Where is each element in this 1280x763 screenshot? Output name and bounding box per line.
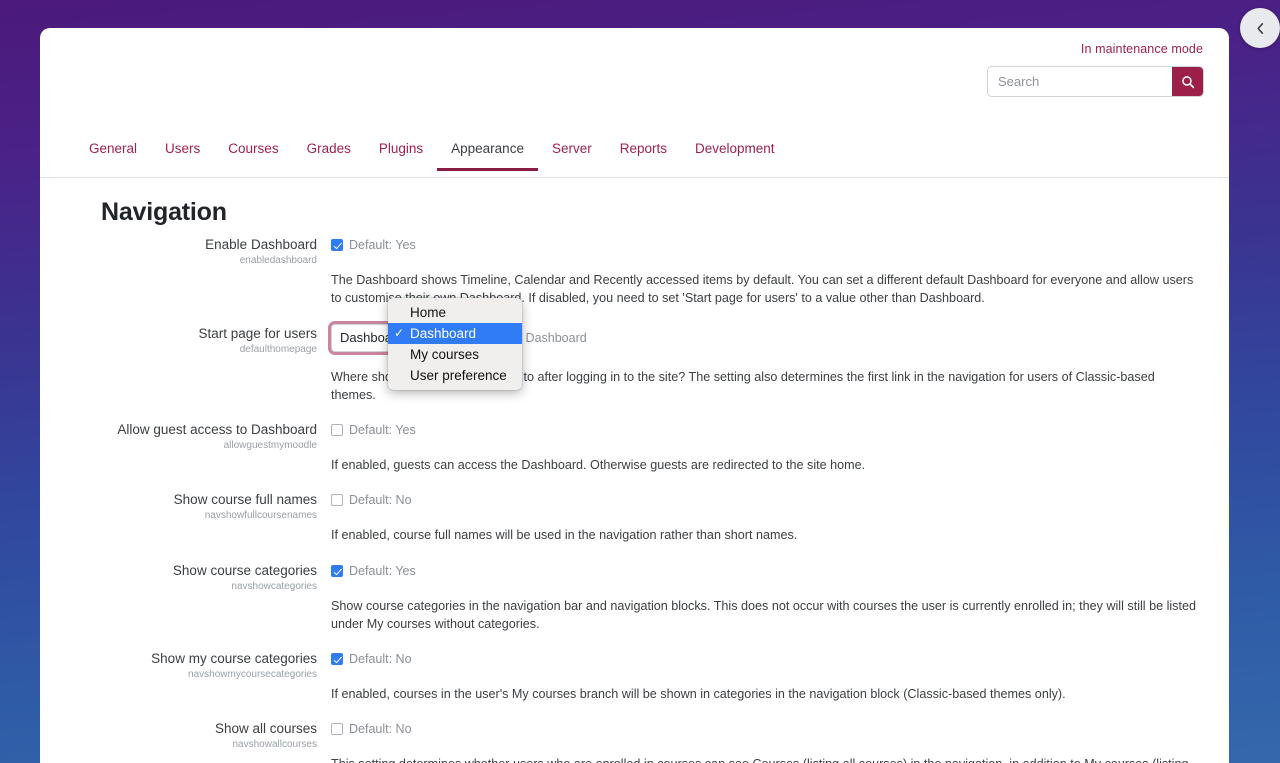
search-input[interactable] xyxy=(988,67,1172,96)
setting-control-block: Default: No This setting determines wheth… xyxy=(331,717,1204,763)
setting-control-row: Default: No xyxy=(331,649,1204,669)
setting-key: enabledashboard xyxy=(40,255,317,266)
search-icon xyxy=(1181,75,1195,89)
tab-plugins[interactable]: Plugins xyxy=(365,138,437,170)
tab-server[interactable]: Server xyxy=(538,138,606,170)
setting-control-row: Default: Yes xyxy=(331,561,1204,581)
setting-row: Enable DashboardenabledashboardDefault: … xyxy=(40,233,1229,308)
setting-row: Show my course categoriesnavshowmycourse… xyxy=(40,647,1229,703)
settings-list: Enable DashboardenabledashboardDefault: … xyxy=(40,233,1229,763)
setting-name: Enable Dashboard xyxy=(40,236,317,254)
setting-description: If enabled, course full names will be us… xyxy=(331,526,1197,544)
setting-control-block: Default: Yes If enabled, guests can acces… xyxy=(331,418,1204,474)
search-button[interactable] xyxy=(1172,67,1203,96)
setting-row: Show all coursesnavshowallcoursesDefault… xyxy=(40,717,1229,763)
tab-appearance[interactable]: Appearance xyxy=(437,138,538,170)
checkbox-allowguestmymoodle[interactable] xyxy=(331,424,343,436)
setting-row: Show course categoriesnavshowcategoriesD… xyxy=(40,559,1229,634)
setting-name: Show my course categories xyxy=(40,650,317,668)
setting-key: allowguestmymoodle xyxy=(40,440,317,451)
setting-label-block: Show my course categoriesnavshowmycourse… xyxy=(40,647,331,703)
setting-key: navshowallcourses xyxy=(40,739,317,750)
setting-label-block: Allow guest access to Dashboardallowgues… xyxy=(40,418,331,474)
setting-label-block: Start page for usersdefaulthomepage xyxy=(40,322,331,405)
setting-default-note: Default: Yes xyxy=(349,423,416,437)
setting-row: Show course full namesnavshowfullcoursen… xyxy=(40,488,1229,544)
setting-control-row: Default: Yes xyxy=(331,420,1204,440)
maintenance-mode-notice: In maintenance mode xyxy=(1081,42,1203,56)
setting-name: Show course categories xyxy=(40,562,317,580)
setting-label-block: Enable Dashboardenabledashboard xyxy=(40,233,331,308)
setting-default-note: Default: No xyxy=(349,493,412,507)
chevron-left-icon xyxy=(1253,21,1268,36)
setting-label-block: Show course full namesnavshowfullcoursen… xyxy=(40,488,331,544)
tab-grades[interactable]: Grades xyxy=(293,138,365,170)
setting-key: navshowfullcoursenames xyxy=(40,510,317,521)
setting-description: If enabled, guests can access the Dashbo… xyxy=(331,456,1197,474)
setting-control-block: Default: Yes Show course categories in th… xyxy=(331,559,1204,634)
checkbox-navshowfullcoursenames[interactable] xyxy=(331,494,343,506)
setting-key: navshowcategories xyxy=(40,581,317,592)
setting-description: This setting determines whether users wh… xyxy=(331,755,1197,763)
dropdown-option[interactable]: Home xyxy=(388,302,522,323)
start-page-dropdown-menu[interactable]: HomeDashboardMy coursesUser preference xyxy=(388,298,522,390)
checkbox-enabledashboard[interactable] xyxy=(331,239,343,251)
setting-control-block: Default: YesThe Dashboard shows Timeline… xyxy=(331,233,1204,308)
setting-control-block: Default: No If enabled, course full names… xyxy=(331,488,1204,544)
dropdown-option[interactable]: My courses xyxy=(388,344,522,365)
setting-control-row: Default: No xyxy=(331,490,1204,510)
tab-general[interactable]: General xyxy=(75,138,151,170)
checkbox-navshowcategories[interactable] xyxy=(331,565,343,577)
setting-control-row: Default: Yes xyxy=(331,235,1204,255)
setting-control-row: Default: No xyxy=(331,719,1204,739)
checkbox-navshowmycoursecategories[interactable] xyxy=(331,653,343,665)
setting-default-note: Default: No xyxy=(349,722,412,736)
tab-reports[interactable]: Reports xyxy=(606,138,681,170)
setting-control-block: Default: No If enabled, courses in the us… xyxy=(331,647,1204,703)
sidebar-toggle-button[interactable] xyxy=(1240,8,1280,48)
page-title: Navigation xyxy=(101,198,227,227)
setting-key: defaulthomepage xyxy=(40,344,317,355)
setting-name: Show all courses xyxy=(40,720,317,738)
settings-card: In maintenance mode GeneralUsersCoursesG… xyxy=(40,28,1229,763)
setting-default-note: Default: Yes xyxy=(349,564,416,578)
tab-courses[interactable]: Courses xyxy=(214,138,292,170)
tab-development[interactable]: Development xyxy=(681,138,789,170)
setting-name: Allow guest access to Dashboard xyxy=(40,421,317,439)
admin-tabs: GeneralUsersCoursesGradesPluginsAppearan… xyxy=(40,138,1229,178)
setting-description: Show course categories in the navigation… xyxy=(331,597,1197,634)
setting-label-block: Show course categoriesnavshowcategories xyxy=(40,559,331,634)
setting-row: Allow guest access to Dashboardallowgues… xyxy=(40,418,1229,474)
setting-name: Show course full names xyxy=(40,491,317,509)
setting-name: Start page for users xyxy=(40,325,317,343)
setting-key: navshowmycoursecategories xyxy=(40,669,317,680)
setting-label-block: Show all coursesnavshowallcourses xyxy=(40,717,331,763)
dropdown-option[interactable]: User preference xyxy=(388,365,522,386)
setting-default-note: Default: No xyxy=(349,652,412,666)
tab-users[interactable]: Users xyxy=(151,138,214,170)
setting-default-note: Default: Yes xyxy=(349,238,416,252)
search-box[interactable] xyxy=(988,67,1203,96)
checkbox-navshowallcourses[interactable] xyxy=(331,723,343,735)
setting-description: If enabled, courses in the user's My cou… xyxy=(331,685,1197,703)
dropdown-option[interactable]: Dashboard xyxy=(388,323,522,344)
setting-row: Start page for usersdefaulthomepage Dashb… xyxy=(40,322,1229,405)
